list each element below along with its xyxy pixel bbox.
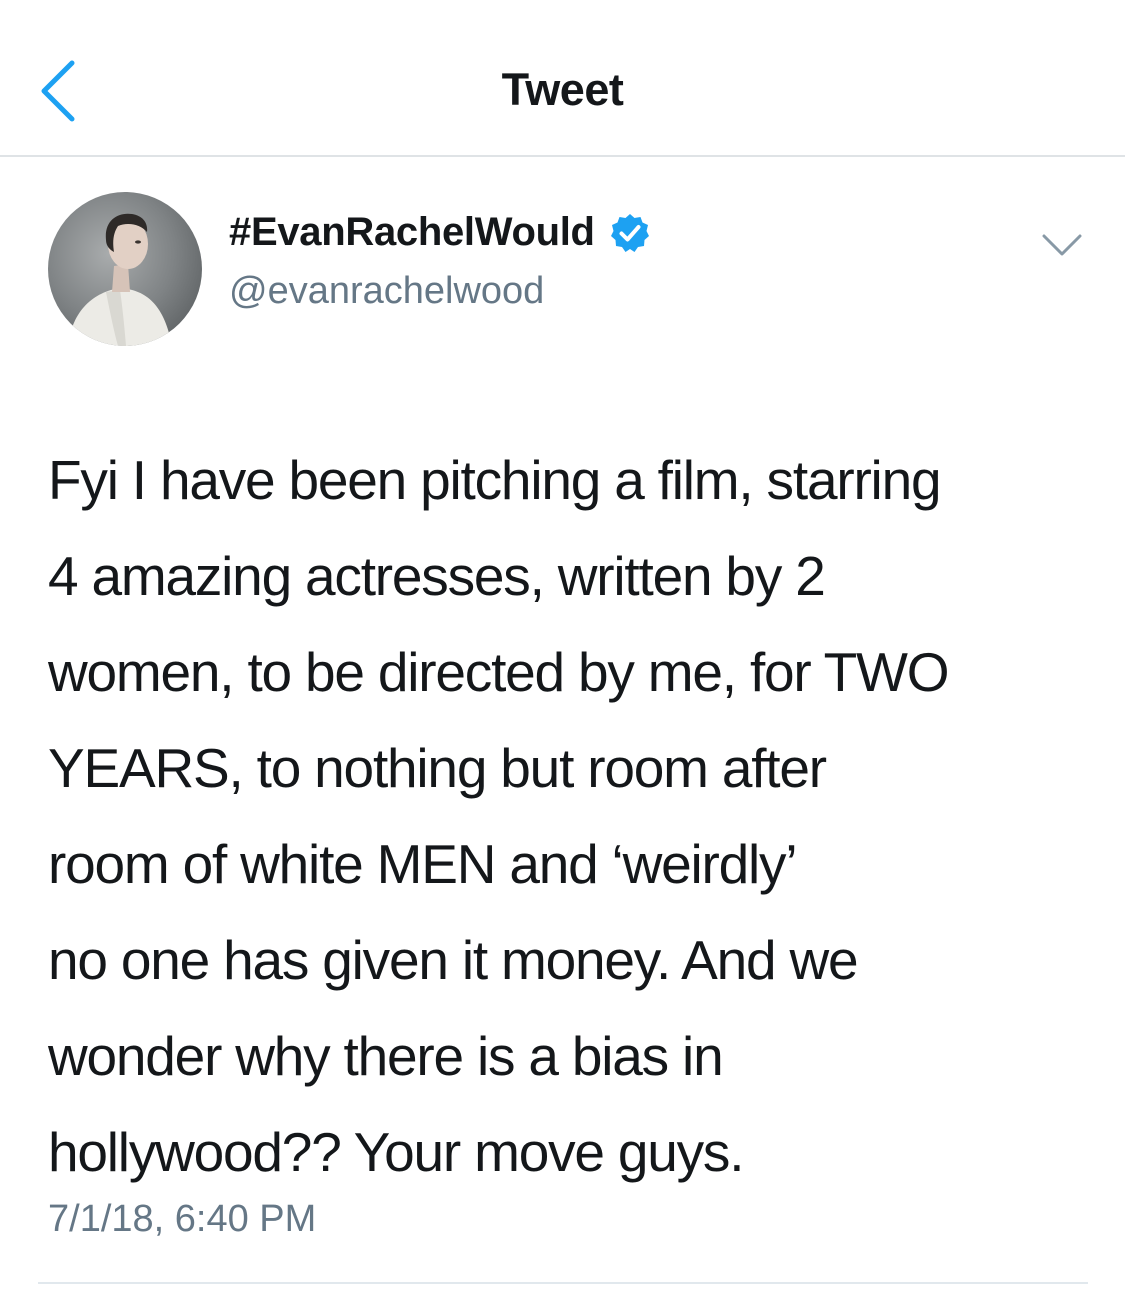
tweet-timestamp[interactable]: 7/1/18, 6:40 PM	[48, 1198, 316, 1241]
tweet-text-line: wonder why there is a bias in	[48, 1025, 724, 1087]
page-title: Tweet	[501, 64, 624, 115]
tweet-menu-button[interactable]	[1040, 228, 1084, 262]
tweet-text-line: 4 amazing actresses, written by 2	[48, 545, 826, 607]
tweet-text-line: no one has given it money. And we	[48, 929, 859, 991]
tweet-text: Fyi I have been pitching a film, starrin…	[48, 432, 1098, 1200]
display-name-row: #EvanRachelWould	[229, 210, 651, 255]
tweet-text-line: room of white MEN and ‘weirdly’	[48, 833, 798, 895]
verified-badge-icon	[609, 212, 651, 254]
tweet-text-line: hollywood?? Your move guys.	[48, 1121, 745, 1183]
navigation-bar: Tweet	[0, 0, 1125, 157]
tweet-text-line: women, to be directed by me, for TWO	[48, 641, 950, 703]
user-handle[interactable]: @evanrachelwood	[229, 270, 544, 313]
tweet-text-line: YEARS, to nothing but room after	[48, 737, 827, 799]
tweet-detail-screen: Tweet #EvanRachelWould @evanrachelwood F…	[0, 0, 1125, 1314]
divider	[38, 1282, 1088, 1284]
tweet-text-line: Fyi I have been pitching a film, starrin…	[48, 449, 942, 511]
display-name[interactable]: #EvanRachelWould	[229, 210, 595, 255]
avatar[interactable]	[48, 192, 202, 346]
chevron-down-icon	[1042, 234, 1082, 256]
tweet-author: #EvanRachelWould @evanrachelwood	[0, 190, 1125, 350]
profile-photo	[48, 192, 202, 346]
